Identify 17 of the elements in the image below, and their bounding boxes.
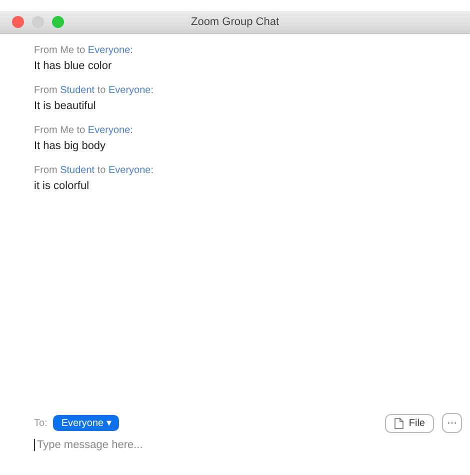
message-header: From Student to Everyone: <box>34 84 155 97</box>
message-text: It is beautiful <box>34 99 97 113</box>
file-button[interactable]: File <box>384 414 434 432</box>
file-icon <box>394 418 404 428</box>
window-title: Zoom Group Chat <box>190 16 280 28</box>
message-header: From Me to Everyone: <box>34 44 134 57</box>
zoom-icon[interactable] <box>52 16 64 28</box>
message-header: From Me to Everyone: <box>34 124 134 137</box>
message-text: It has blue color <box>34 59 113 73</box>
message-text: It has big body <box>34 139 107 153</box>
to-label: To: <box>34 418 48 428</box>
message-text: it is colorful <box>34 179 90 193</box>
recipient-dropdown[interactable]: Everyone ▾ <box>53 415 120 431</box>
close-icon[interactable] <box>12 16 24 28</box>
more-button[interactable]: ⋯ <box>442 413 462 433</box>
minimize-icon[interactable] <box>32 16 44 28</box>
message-header: From Student to Everyone: <box>34 164 155 177</box>
